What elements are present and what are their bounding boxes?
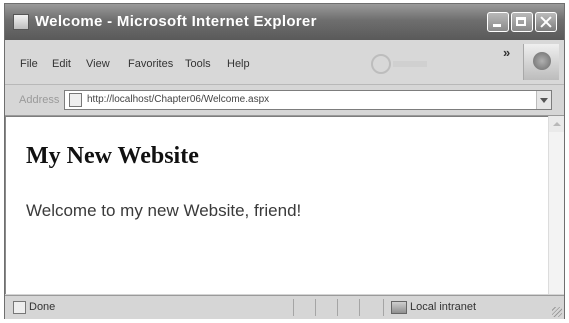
status-divider [315, 299, 316, 316]
app-icon[interactable] [13, 14, 29, 30]
page-text: Welcome to my new Website, friend! [26, 201, 302, 220]
throbber-icon [371, 54, 391, 74]
status-divider [383, 299, 384, 316]
browser-window: Welcome - Microsoft Internet Explorer Fi… [4, 3, 565, 319]
page-heading: My New Website [26, 143, 199, 169]
menu-help[interactable]: Help [227, 58, 250, 70]
vertical-scrollbar[interactable] [548, 116, 564, 294]
minimize-button[interactable] [487, 12, 509, 32]
close-button[interactable] [535, 12, 557, 32]
address-label: Address [19, 94, 60, 106]
status-divider [293, 299, 294, 316]
maximize-button[interactable] [511, 12, 533, 32]
page-content: My New Website Welcome to my new Website… [5, 116, 548, 294]
status-divider [359, 299, 360, 316]
intranet-zone-icon [391, 301, 407, 314]
address-dropdown-button[interactable] [536, 91, 551, 109]
menu-file[interactable]: File [20, 58, 38, 70]
menu-bar: File Edit View Favorites Tools Help » [5, 40, 564, 85]
toolbar-placeholder [393, 61, 427, 67]
page-icon [69, 93, 82, 107]
page-icon [13, 301, 26, 314]
status-divider [337, 299, 338, 316]
menu-edit[interactable]: Edit [52, 58, 71, 70]
resize-grip[interactable] [552, 307, 562, 317]
address-bar: Address http://localhost/Chapter06/Welco… [5, 85, 564, 116]
security-zone-label: Local intranet [410, 301, 477, 313]
menu-tools[interactable]: Tools [185, 58, 211, 70]
toolbar-chevron-icon[interactable]: » [503, 45, 510, 60]
address-input[interactable]: http://localhost/Chapter06/Welcome.aspx [64, 90, 552, 110]
scroll-up-button[interactable] [549, 116, 564, 132]
menu-favorites[interactable]: Favorites [128, 58, 173, 70]
window-title: Welcome - Microsoft Internet Explorer [35, 13, 317, 30]
title-bar[interactable]: Welcome - Microsoft Internet Explorer [5, 4, 564, 40]
menu-view[interactable]: View [86, 58, 110, 70]
status-text: Done [29, 301, 56, 313]
windows-logo-icon [523, 44, 559, 80]
address-url[interactable]: http://localhost/Chapter06/Welcome.aspx [87, 94, 269, 105]
status-bar: Done Local intranet [5, 295, 564, 319]
